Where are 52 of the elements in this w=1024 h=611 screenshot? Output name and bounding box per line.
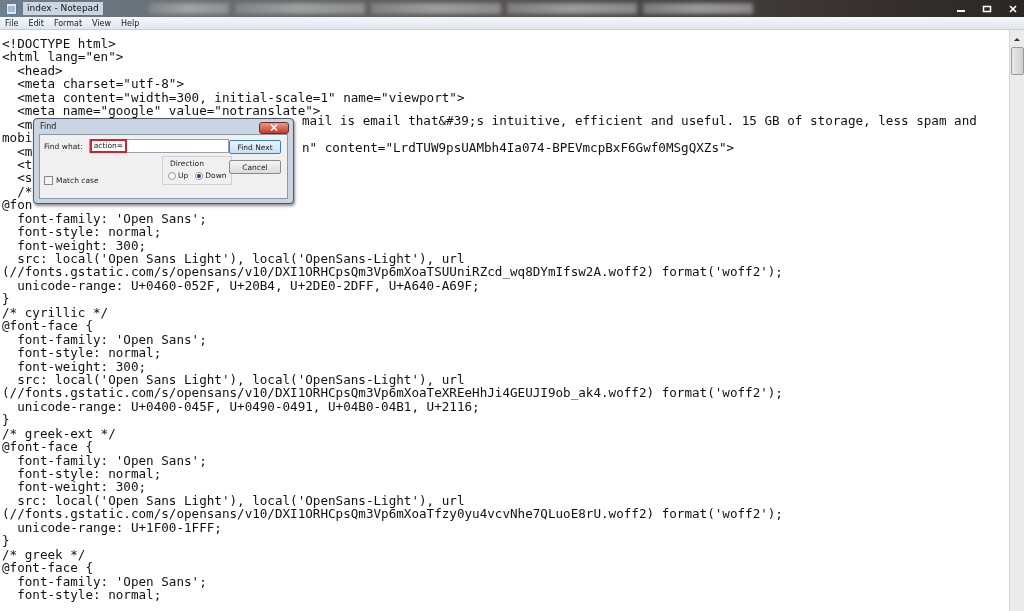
close-icon[interactable] <box>1008 4 1018 13</box>
code-line: font-family: 'Open Sans'; <box>17 331 207 347</box>
menu-item[interactable]: Help <box>121 17 140 29</box>
checkbox[interactable] <box>44 176 53 185</box>
close-button[interactable] <box>259 121 289 134</box>
code-line: @fon <box>2 197 33 213</box>
code-line: } <box>2 533 10 549</box>
code-line: n" content="LrdTUW9psUAMbh4Ia074-BPEVmcpBxF6Gwf0MSgQXZs"> <box>302 140 735 154</box>
code-line: font-weight: 300; <box>16 479 147 495</box>
close-icon <box>270 124 278 131</box>
code-line: (//fonts.gstatic.com/s/opensans/v10/DXI1ORHCpsQm3Vp6mXoaTfzy0yu4vcvNhe7QLuoE8rU.woff2) format('woff2'); <box>2 506 783 522</box>
menu-item[interactable]: View <box>92 17 112 29</box>
code-line: mobi <box>2 130 33 146</box>
notepad-icon <box>6 2 17 15</box>
scrollbar-thumb[interactable] <box>1010 47 1024 75</box>
code-line: @font-face { <box>2 318 93 334</box>
code-line: (//fonts.gstatic.com/s/opensans/v10/DXI1ORHCpsQm3Vp6mXoaTSUUniRZcd_wq8DYmIfsw2A.woff2) format('woff2'); <box>2 264 783 280</box>
radio-button[interactable] <box>195 171 204 180</box>
code-line: /* greek */ <box>2 546 86 562</box>
code-line: font-style: normal; <box>16 345 162 361</box>
code-line: font-family: 'Open Sans'; <box>17 452 207 468</box>
code-line: font-family: 'Open Sans'; <box>17 573 207 589</box>
code-line: <html lang="en"> <box>2 49 124 65</box>
code-line: <meta content="width=300, initial-scale=1" name="viewport"> <box>16 89 465 105</box>
code-line: <head> <box>16 62 63 78</box>
code-line: (//fonts.gstatic.com/s/opensans/v10/DXI1ORHCpsQm3Vp6mXoaTeXREeHhJi4GEUJI9ob_ak4.woff2) format('woff2'); <box>2 385 783 401</box>
code-line: font-style: normal; <box>16 224 162 240</box>
code-line: font-family: 'Open Sans'; <box>17 210 207 226</box>
code-line: /* <box>16 183 33 199</box>
menu-item[interactable]: Edit <box>28 17 44 29</box>
code-line: font-style: normal; <box>16 466 162 481</box>
code-line: /* cyrillic */ <box>2 304 109 320</box>
code-line: /* greek-ext */ <box>2 425 116 441</box>
dialog-title: Find <box>40 122 57 131</box>
window-title: index - Notepad <box>23 2 103 15</box>
maximize-icon[interactable] <box>982 4 992 13</box>
code-line: font-weight: 300; <box>16 237 147 253</box>
menu-item[interactable]: Format <box>53 17 83 29</box>
code-line: @font-face { <box>2 560 93 576</box>
code-line: <meta charset="utf-8"> <box>16 76 184 92</box>
code-line: <m <box>16 116 33 132</box>
code-line: @font-face { <box>2 439 93 455</box>
code-line: <t <box>16 156 33 172</box>
radio-button[interactable] <box>168 171 176 180</box>
code-line: <s <box>16 170 33 186</box>
code-line: src: local('Open Sans Light'), local('OpenSans-Light'), url <box>17 251 465 266</box>
code-line: } <box>2 291 10 307</box>
code-line: <!DOCTYPE html> <box>2 36 116 51</box>
code-line: <m <box>16 143 33 159</box>
code-line: font-weight: 300; <box>16 358 147 374</box>
code-line: } <box>2 412 10 428</box>
menu-item[interactable]: File <box>5 17 19 29</box>
